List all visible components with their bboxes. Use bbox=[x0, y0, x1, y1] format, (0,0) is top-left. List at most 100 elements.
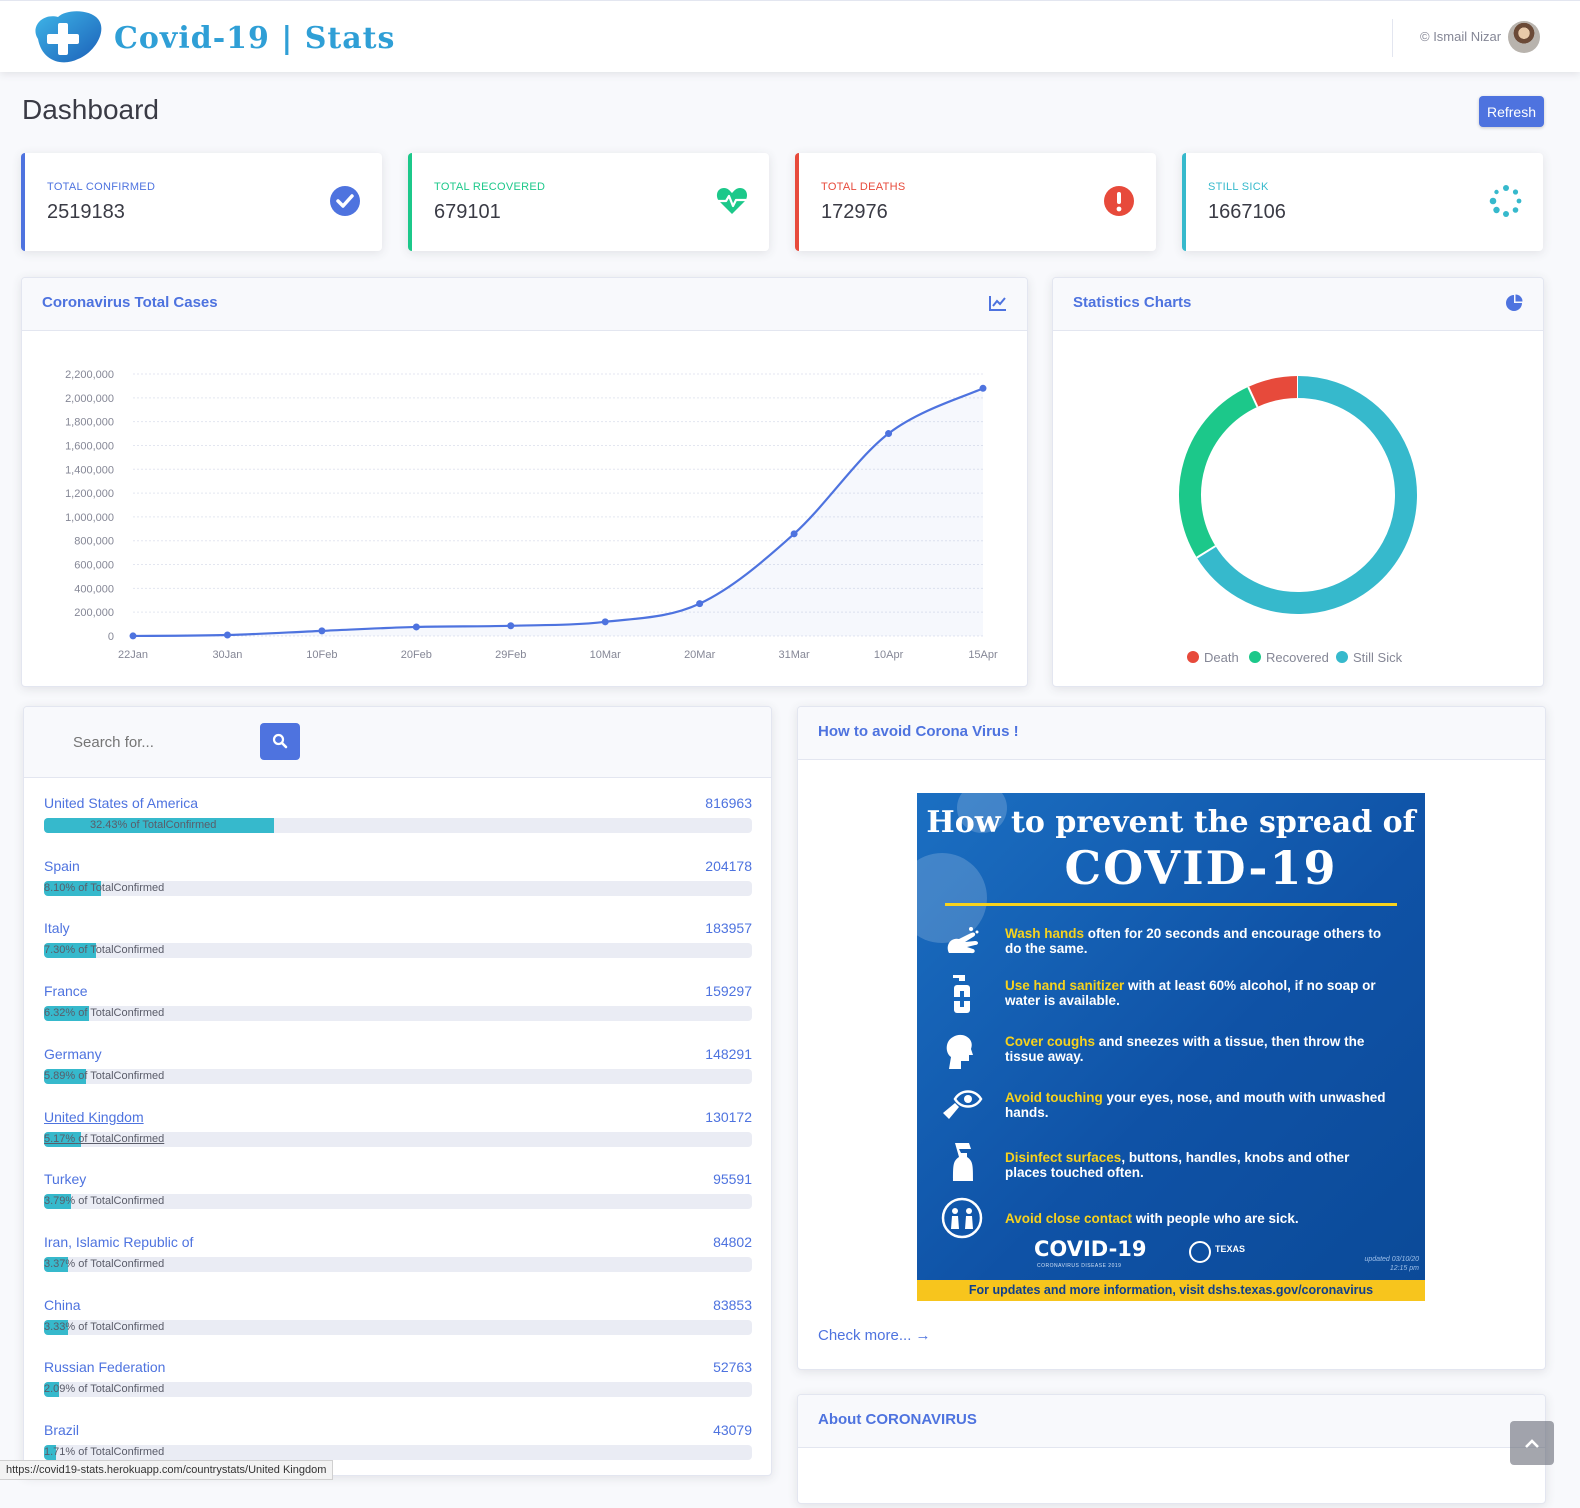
country-count: 43079 bbox=[713, 1422, 752, 1438]
stat-card-total-deaths: TOTAL DEATHS 172976 bbox=[795, 153, 1156, 251]
data-point[interactable] bbox=[696, 600, 704, 608]
tip-highlight: Cover coughs bbox=[1005, 1034, 1096, 1049]
country-row[interactable]: Italy 183957 7.30% of TotalConfirmed bbox=[44, 920, 752, 970]
avatar[interactable] bbox=[1508, 21, 1540, 53]
donut-slice-recovered[interactable] bbox=[1179, 386, 1258, 558]
country-name[interactable]: Germany bbox=[44, 1046, 102, 1062]
poster-heading: How to prevent the spread of bbox=[926, 805, 1416, 840]
panel-title: Coronavirus Total Cases bbox=[42, 294, 218, 311]
top-navbar: Covid-19 | Stats © Ismail Nizar bbox=[0, 0, 1580, 72]
poster-divider bbox=[945, 903, 1397, 906]
progress-label: 6.32% of TotalConfirmed bbox=[44, 1007, 165, 1020]
chart-pie-icon[interactable] bbox=[1505, 294, 1523, 312]
country-name[interactable]: Spain bbox=[44, 858, 80, 874]
tip-wash-hands: Wash hands often for 20 seconds and enco… bbox=[1005, 926, 1395, 956]
x-tick-label: 30Jan bbox=[212, 649, 242, 661]
data-point[interactable] bbox=[507, 622, 515, 630]
x-tick-label: 22Jan bbox=[118, 649, 148, 661]
tip-highlight: Use hand sanitizer bbox=[1005, 978, 1125, 993]
stat-label: TOTAL RECOVERED bbox=[434, 181, 546, 193]
y-tick-label: 0 bbox=[108, 631, 114, 643]
country-name[interactable]: United States of America bbox=[44, 795, 198, 811]
y-tick-label: 1,200,000 bbox=[65, 488, 114, 500]
country-name[interactable]: Russian Federation bbox=[44, 1359, 165, 1375]
panel-header: How to avoid Corona Virus ! bbox=[798, 707, 1545, 760]
country-row[interactable]: China 83853 3.33% of TotalConfirmed bbox=[44, 1297, 752, 1347]
panel-header: Coronavirus Total Cases bbox=[22, 278, 1027, 331]
country-row[interactable]: Spain 204178 8.10% of TotalConfirmed bbox=[44, 858, 752, 908]
legend-label[interactable]: Recovered bbox=[1266, 650, 1329, 665]
user-name[interactable]: © Ismail Nizar bbox=[1420, 29, 1501, 44]
stat-value: 172976 bbox=[821, 201, 888, 223]
data-point[interactable] bbox=[790, 530, 798, 538]
tip-highlight: Avoid touching bbox=[1005, 1090, 1103, 1105]
stat-value: 679101 bbox=[434, 201, 501, 223]
progress-bar: 7.30% of TotalConfirmed bbox=[44, 943, 752, 959]
data-point[interactable] bbox=[129, 632, 137, 640]
poster-footer: For updates and more information, visit … bbox=[917, 1280, 1425, 1301]
data-point[interactable] bbox=[885, 430, 893, 438]
country-name[interactable]: China bbox=[44, 1297, 81, 1313]
scroll-to-top-button[interactable] bbox=[1510, 1421, 1554, 1465]
data-point[interactable] bbox=[979, 384, 987, 392]
tip-text: with people who are sick. bbox=[1132, 1211, 1299, 1226]
progress-bar: 6.32% of TotalConfirmed bbox=[44, 1006, 752, 1022]
progress-label: 8.10% of TotalConfirmed bbox=[44, 881, 165, 894]
country-name[interactable]: Brazil bbox=[44, 1422, 79, 1438]
refresh-button[interactable]: Refresh bbox=[1479, 96, 1544, 127]
data-point[interactable] bbox=[318, 627, 326, 635]
hand-wash-icon bbox=[947, 927, 979, 954]
page-title: Dashboard bbox=[22, 94, 159, 125]
country-count: 148291 bbox=[705, 1045, 752, 1062]
progress-bar: 32.43% of TotalConfirmed bbox=[44, 818, 752, 833]
country-row[interactable]: Iran, Islamic Republic of 84802 3.37% of T… bbox=[44, 1234, 752, 1284]
country-row[interactable]: Russian Federation 52763 2.09% of TotalCon… bbox=[44, 1359, 752, 1409]
y-tick-label: 200,000 bbox=[74, 607, 114, 619]
y-tick-label: 1,600,000 bbox=[65, 440, 114, 452]
navbar-divider bbox=[1392, 19, 1393, 57]
data-point[interactable] bbox=[223, 631, 231, 639]
statistics-donut-chart: Death Recovered Still Sick bbox=[1179, 376, 1417, 665]
progress-label: 3.37% of TotalConfirmed bbox=[44, 1257, 165, 1270]
donut-slice-death[interactable] bbox=[1248, 376, 1299, 408]
x-tick-label: 10Feb bbox=[306, 649, 337, 661]
country-row[interactable]: United States of America 816963 32.43% of … bbox=[44, 795, 752, 845]
x-tick-label: 10Mar bbox=[590, 649, 622, 661]
y-tick-label: 400,000 bbox=[74, 583, 114, 595]
data-point[interactable] bbox=[412, 623, 420, 631]
y-tick-label: 800,000 bbox=[74, 536, 114, 548]
chart-line-icon[interactable] bbox=[989, 294, 1007, 312]
country-name[interactable]: Italy bbox=[44, 920, 70, 936]
status-bar-url: https://covid19-stats.herokuapp.com/coun… bbox=[0, 1460, 334, 1480]
legend-swatch bbox=[1336, 651, 1348, 663]
legend-label[interactable]: Death bbox=[1204, 650, 1239, 665]
country-name[interactable]: Turkey bbox=[44, 1171, 86, 1187]
progress-label: 5.17% of TotalConfirmed bbox=[44, 1132, 165, 1145]
tip-avoid-touching: Avoid touching your eyes, nose, and mout… bbox=[1005, 1090, 1395, 1120]
progress-label: 1.71% of TotalConfirmed bbox=[44, 1446, 165, 1458]
search-button[interactable] bbox=[260, 723, 300, 760]
progress-label: 2.09% of TotalConfirmed bbox=[44, 1383, 165, 1396]
y-tick-label: 1,800,000 bbox=[65, 417, 114, 429]
brand-logo[interactable]: Covid-19 | Stats bbox=[28, 9, 395, 67]
x-tick-label: 31Mar bbox=[779, 649, 811, 661]
tip-hand-sanitizer: Use hand sanitizer with at least 60% alc… bbox=[1005, 978, 1395, 1008]
country-name[interactable]: France bbox=[44, 983, 88, 999]
country-row[interactable]: France 159297 6.32% of TotalConfirmed bbox=[44, 983, 752, 1033]
stat-label: TOTAL CONFIRMED bbox=[47, 181, 156, 193]
legend-label[interactable]: Still Sick bbox=[1353, 650, 1403, 665]
medical-cross-icon bbox=[35, 11, 102, 63]
search-input[interactable] bbox=[71, 724, 288, 760]
country-name[interactable]: United Kingdom bbox=[44, 1109, 144, 1125]
y-tick-label: 2,200,000 bbox=[65, 369, 114, 381]
eye-touch-icon bbox=[943, 1090, 983, 1119]
data-point[interactable] bbox=[601, 618, 609, 626]
check-more-link[interactable]: Check more... → bbox=[818, 1327, 931, 1344]
tip-highlight: Avoid close contact bbox=[1005, 1211, 1133, 1226]
country-count: 183957 bbox=[705, 920, 752, 937]
country-name[interactable]: Iran, Islamic Republic of bbox=[44, 1234, 193, 1250]
country-row[interactable]: United Kingdom 130172 5.17% of TotalConfir… bbox=[44, 1109, 752, 1159]
tip-cover-coughs: Cover coughs and sneezes with a tissue, … bbox=[1005, 1034, 1395, 1064]
country-row[interactable]: Turkey 95591 3.79% of TotalConfirmed bbox=[44, 1171, 752, 1221]
country-row[interactable]: Germany 148291 5.89% of TotalConfirmed bbox=[44, 1046, 752, 1096]
